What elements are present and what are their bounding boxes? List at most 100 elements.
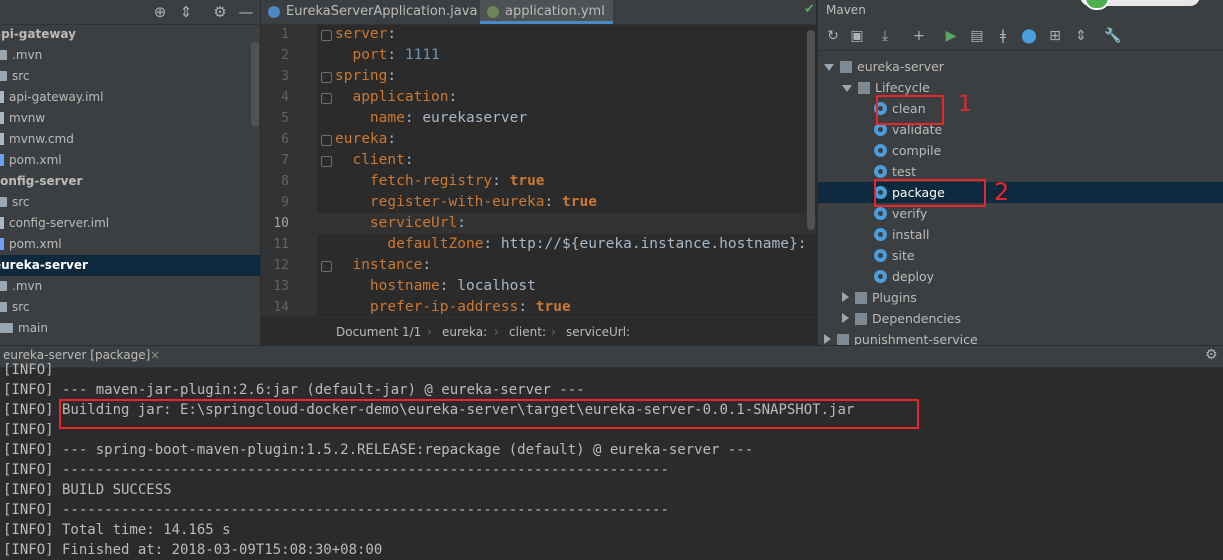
project-tree-item[interactable]: eureka-server (0, 255, 260, 276)
maven-tree-item[interactable]: Plugins (818, 287, 1223, 308)
project-tree-item[interactable]: src (0, 192, 260, 213)
maven-tree-item[interactable]: Dependencies (818, 308, 1223, 329)
generate-sources-icon[interactable]: ▣ (848, 27, 866, 45)
gear-icon (874, 165, 887, 178)
project-panel: ⊕ ⇕ ⚙ — api-gateway .mvn src api-gateway.im… (0, 0, 260, 345)
tab-eureka-server-application[interactable]: EurekaServerApplication.java (261, 0, 477, 24)
fold-marker-icon[interactable] (321, 156, 332, 167)
run-icon[interactable]: ▶ (942, 27, 960, 45)
fold-marker-icon[interactable] (321, 72, 332, 83)
gear-icon (874, 207, 887, 220)
project-scrollbar[interactable] (251, 42, 259, 127)
yaml-key: server (335, 26, 388, 42)
maven-tree-item[interactable]: deploy (818, 266, 1223, 287)
tab-application-yml[interactable]: application.yml (480, 0, 613, 24)
hide-icon[interactable]: — (236, 2, 256, 22)
chevron-right-icon[interactable] (842, 313, 849, 323)
project-tree-item[interactable]: pom.xml (0, 234, 260, 255)
yaml-value: http://${eureka.instance.hostname}: (500, 236, 807, 252)
maven-tree-item[interactable]: punishment-service (818, 329, 1223, 345)
project-tree-item[interactable]: config-server.iml (0, 213, 260, 234)
yaml-value: eurekaserver (422, 110, 528, 126)
code-line: hostname: localhost (335, 276, 536, 297)
breadcrumb-eureka[interactable]: eureka: (442, 318, 487, 345)
wrench-icon[interactable]: 🔧 (1104, 27, 1122, 45)
project-tree-item[interactable]: pom.xml (0, 150, 260, 171)
maven-tree-label: test (892, 164, 917, 179)
breadcrumb-client[interactable]: client: (509, 318, 546, 345)
code-line: port: 1111 (335, 45, 439, 66)
maven-tree-item[interactable]: compile (818, 140, 1223, 161)
yaml-key: eureka (335, 131, 388, 147)
maven-project-icon (840, 61, 852, 73)
project-tree-item[interactable]: .mvn (0, 276, 260, 297)
yaml-separator: : (439, 278, 458, 294)
project-tree-item[interactable]: mvnw.cmd (0, 129, 260, 150)
line-number: 4 (281, 90, 289, 105)
gear-icon[interactable]: ⚙ (210, 2, 230, 22)
maven-tree-label: Dependencies (872, 311, 961, 326)
yaml-file-icon (487, 6, 499, 18)
console-line: [INFO] Finished at: 2018-03-09T15:08:30+… (3, 542, 383, 558)
yaml-key: register-with-eureka (369, 194, 545, 210)
gear-icon[interactable]: ⚙ (1205, 347, 1218, 363)
folder-icon (855, 313, 867, 325)
project-tree-item[interactable]: src (0, 297, 260, 318)
run-config-icon[interactable]: ▤ (968, 27, 986, 45)
chevron-right-icon[interactable] (824, 334, 831, 344)
toggle-offline-icon[interactable]: ǂ (994, 27, 1012, 45)
refresh-icon[interactable]: ↻ (824, 27, 842, 45)
project-tree-item[interactable]: .mvn (0, 45, 260, 66)
chevron-right-icon: › (427, 325, 432, 339)
skip-tests-icon[interactable]: ⬤ (1020, 27, 1038, 45)
maven-panel: Maven ↻ ▣ ⤓ + ▶ ▤ ǂ ⬤ ⊞ ⇕ 🔧 eureka-serve… (817, 0, 1223, 345)
fold-marker-icon[interactable] (321, 135, 332, 146)
chevron-down-icon[interactable] (842, 85, 852, 92)
fold-marker-icon[interactable] (321, 93, 332, 104)
breadcrumb-document[interactable]: Document 1/1 (336, 318, 421, 345)
yaml-separator: : (404, 152, 414, 168)
project-tree-item[interactable]: config-server (0, 171, 260, 192)
run-panel: eureka-server [package] × ⚙ [INFO] [INFO]… (0, 346, 1223, 558)
breadcrumb-serviceurl[interactable]: serviceUrl: (566, 318, 630, 345)
collapse-all-icon[interactable]: ⇕ (1072, 27, 1090, 45)
editor-scrollbar[interactable] (807, 30, 815, 230)
file-icon (0, 217, 4, 229)
close-icon[interactable]: × (150, 348, 160, 362)
yaml-key: instance (352, 257, 423, 273)
project-tree-item[interactable]: api-gateway.iml (0, 87, 260, 108)
show-dependencies-icon[interactable]: ⊞ (1046, 27, 1064, 45)
chevron-right-icon: › (494, 325, 499, 339)
yaml-separator: : (387, 68, 397, 84)
maven-tree-label: deploy (892, 269, 935, 284)
collapse-icon[interactable]: ⇕ (176, 2, 196, 22)
project-tree-label: src (12, 69, 30, 83)
console-line: [INFO] (3, 422, 54, 438)
folder-icon (0, 50, 7, 60)
project-tree-item[interactable]: api-gateway (0, 24, 260, 45)
chevron-right-icon[interactable] (842, 292, 849, 302)
folder-icon (0, 302, 7, 312)
maven-tree-item[interactable]: install (818, 224, 1223, 245)
chevron-down-icon[interactable] (824, 64, 834, 71)
maven-tree-item[interactable]: eureka-server (818, 56, 1223, 77)
project-tree-item[interactable]: src (0, 66, 260, 87)
fold-marker-icon[interactable] (321, 30, 332, 41)
highlight-build-jar (59, 399, 919, 429)
folder-icon (0, 71, 7, 81)
project-tree-item[interactable]: main (0, 318, 260, 339)
fold-marker-icon[interactable] (321, 261, 332, 272)
maven-tree-item[interactable]: site (818, 245, 1223, 266)
project-tree-item[interactable]: mvnw (0, 108, 260, 129)
folder-icon (0, 197, 7, 207)
add-icon[interactable]: + (910, 27, 928, 45)
download-icon[interactable]: ⤓ (876, 27, 894, 45)
locate-icon[interactable]: ⊕ (150, 2, 170, 22)
yaml-key: prefer-ip-address (369, 299, 519, 315)
